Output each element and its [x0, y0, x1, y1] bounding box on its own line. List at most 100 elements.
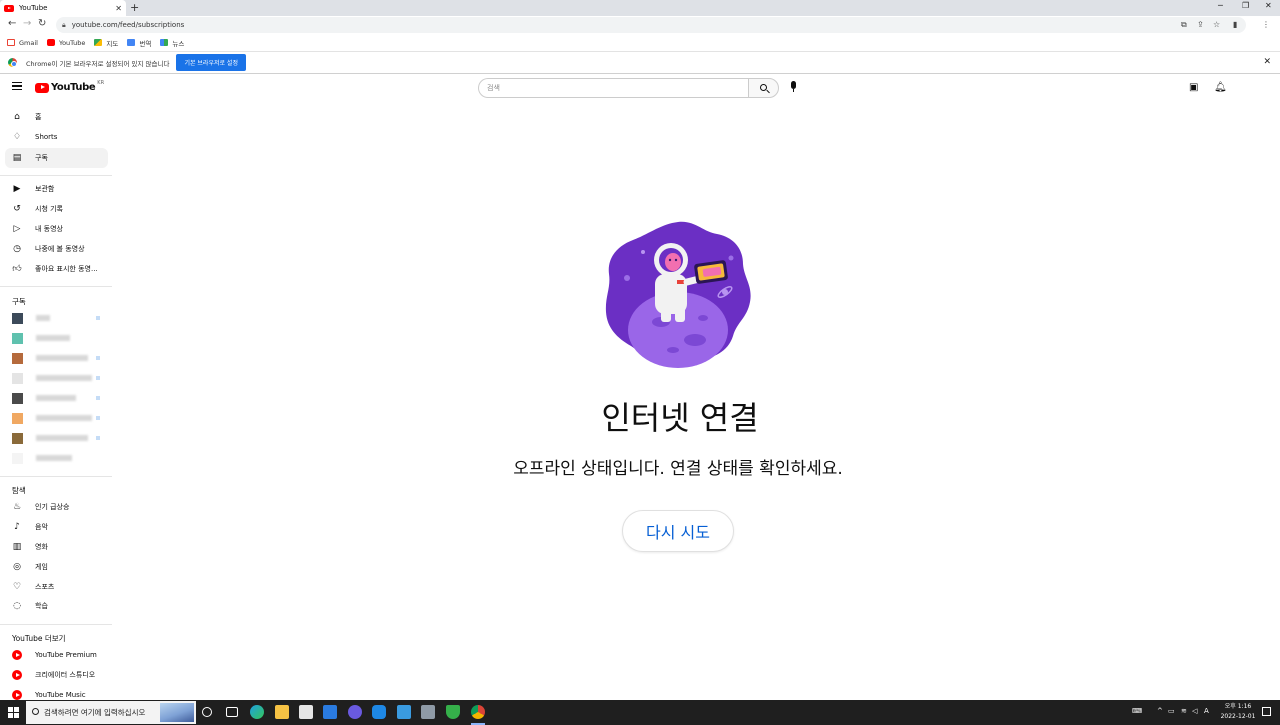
task-view-icon[interactable] — [226, 707, 238, 717]
tab-title: YouTube — [19, 4, 48, 12]
channel-avatar — [12, 353, 23, 364]
sidebar-item-trending[interactable]: ♨ 인기 급상승 — [5, 497, 108, 517]
gaming-icon: ◎ — [13, 562, 21, 572]
chrome-logo-icon — [8, 58, 17, 67]
subscription-channel[interactable] — [12, 372, 102, 384]
file-explorer-icon[interactable] — [275, 705, 289, 719]
offline-title: 인터넷 연결 — [601, 399, 759, 437]
taskbar-clock[interactable]: 오후 1:16 2022-12-01 — [1218, 702, 1258, 722]
reload-button[interactable]: ↻ — [38, 18, 46, 29]
cortana-icon[interactable] — [202, 707, 212, 717]
library-icon: ▶ — [13, 184, 21, 194]
sidebar-item-sports[interactable]: ♡ 스포츠 — [5, 577, 108, 597]
window-close-button[interactable]: ✕ — [1265, 1, 1272, 10]
my-videos-icon: ▷ — [13, 224, 21, 234]
subscriptions-icon: ▤ — [12, 153, 22, 163]
retry-button[interactable]: 다시 시도 — [622, 510, 734, 552]
app-icon[interactable] — [348, 705, 362, 719]
hamburger-menu-icon[interactable] — [12, 82, 22, 90]
bookmark-star-icon[interactable]: ☆ — [1213, 20, 1220, 29]
channel-avatar — [12, 413, 23, 424]
zoom-icon[interactable] — [372, 705, 386, 719]
taskbar-search-input[interactable]: 검색하려면 여기에 입력하십시오 — [26, 701, 196, 724]
watch-later-icon: ◷ — [13, 244, 21, 254]
maps-icon — [94, 39, 103, 46]
window-minimize-button[interactable]: ─ — [1218, 1, 1223, 10]
new-content-dot — [96, 376, 100, 380]
sidebar-item-creator-studio[interactable]: 크리에이터 스튜디오 — [5, 665, 108, 685]
security-shield-icon[interactable] — [446, 705, 460, 719]
youtube-play-icon — [35, 82, 49, 93]
lock-icon: 🔒︎ — [62, 20, 66, 29]
mail-icon[interactable] — [323, 705, 337, 719]
windows-start-icon[interactable] — [8, 707, 19, 718]
open-in-app-icon[interactable]: ⧉ — [1181, 20, 1187, 30]
sidebar-item-subscriptions[interactable]: ▤ 구독 — [5, 148, 108, 168]
bookmark-translate[interactable]: 번역 — [127, 38, 151, 48]
search-button[interactable] — [748, 78, 779, 98]
menu-kebab-icon[interactable]: ⋮ — [1262, 20, 1270, 29]
ime-icon[interactable]: A — [1204, 707, 1209, 715]
app-icon[interactable] — [421, 705, 435, 719]
bookmark-news[interactable]: 뉴스 — [160, 38, 184, 48]
show-hidden-icons[interactable]: ^ — [1157, 707, 1163, 715]
youtube-logo[interactable]: YouTube KR — [35, 80, 104, 93]
subscription-channel[interactable] — [12, 412, 102, 424]
offline-message: 오프라인 상태입니다. 연결 상태를 확인하세요. — [513, 459, 843, 479]
chrome-taskbar-icon[interactable] — [471, 705, 485, 725]
sidebar-item-liked-videos[interactable]: 👍︎ 좋아요 표시한 동영... — [5, 259, 108, 279]
sidebar-item-watch-later[interactable]: ◷ 나중에 볼 동영상 — [5, 239, 108, 259]
new-tab-button[interactable]: + — [130, 1, 139, 14]
notification-center-icon[interactable] — [1262, 707, 1271, 716]
wifi-icon[interactable]: ≋ — [1181, 707, 1187, 715]
sidebar-item-youtube-music[interactable]: YouTube Music — [5, 685, 108, 700]
sidebar-item-learning[interactable]: ◌ 학습 — [5, 596, 108, 616]
sidebar-item-movies[interactable]: ▥ 영화 — [5, 537, 108, 557]
browser-tab[interactable]: YouTube ✕ — [0, 0, 126, 16]
music-icon: ♪ — [14, 522, 20, 532]
window-restore-button[interactable]: ❐ — [1242, 1, 1249, 10]
app-icon[interactable] — [397, 705, 411, 719]
learning-icon: ◌ — [13, 601, 21, 611]
search-icon — [760, 84, 767, 91]
sidebar-item-history[interactable]: ↺ 시청 기록 — [5, 199, 108, 219]
edge-icon[interactable] — [250, 705, 264, 719]
subscription-channel[interactable] — [12, 452, 102, 464]
voice-search-icon[interactable] — [791, 81, 796, 92]
bookmark-gmail[interactable]: Gmail — [7, 39, 38, 47]
forward-button[interactable]: → — [23, 18, 31, 29]
sidebar-divider — [0, 476, 112, 477]
create-video-icon[interactable]: ▣ — [1189, 82, 1198, 93]
tab-close-icon[interactable]: ✕ — [115, 4, 122, 13]
volume-icon[interactable]: ◁ — [1192, 707, 1197, 715]
subscription-channel[interactable] — [12, 312, 102, 324]
sidebar-item-shorts[interactable]: ♢ Shorts — [5, 127, 108, 147]
sidebar-item-gaming[interactable]: ◎ 게임 — [5, 557, 108, 577]
clock-date: 2022-12-01 — [1220, 713, 1256, 720]
subscription-channel[interactable] — [12, 352, 102, 364]
sidebar-item-home[interactable]: ⌂ 홈 — [5, 107, 108, 127]
address-bar[interactable]: 🔒︎ youtube.com/feed/subscriptions — [56, 17, 1246, 33]
search-input[interactable]: 검색 — [478, 78, 749, 98]
subscription-channel[interactable] — [12, 432, 102, 444]
subscription-channel[interactable] — [12, 332, 102, 344]
sidebar-item-youtube-premium[interactable]: YouTube Premium — [5, 645, 108, 665]
back-button[interactable]: ← — [8, 18, 16, 29]
home-icon: ⌂ — [14, 112, 20, 122]
share-icon[interactable]: ⇪ — [1197, 20, 1204, 29]
notifications-bell-icon[interactable]: 🔔︎ — [1214, 82, 1227, 93]
sidebar-item-my-videos[interactable]: ▷ 내 동영상 — [5, 219, 108, 239]
keyboard-icon[interactable]: ⌨ — [1132, 707, 1142, 715]
sidebar-item-library[interactable]: ▶ 보관함 — [5, 179, 108, 199]
network-icon[interactable]: ▭ — [1168, 707, 1175, 715]
explore-heading: 탐색 — [12, 486, 26, 495]
store-icon[interactable] — [299, 705, 313, 719]
new-content-dot — [96, 396, 100, 400]
infobar-close-icon[interactable]: ✕ — [1263, 57, 1271, 67]
set-default-browser-button[interactable]: 기본 브라우저로 설정 — [176, 54, 246, 71]
subscription-channel[interactable] — [12, 392, 102, 404]
bookmark-youtube[interactable]: YouTube — [46, 39, 85, 47]
bookmark-maps[interactable]: 지도 — [94, 38, 118, 48]
sidebar-item-music[interactable]: ♪ 음악 — [5, 517, 108, 537]
side-panel-icon[interactable]: ▮ — [1233, 20, 1237, 29]
